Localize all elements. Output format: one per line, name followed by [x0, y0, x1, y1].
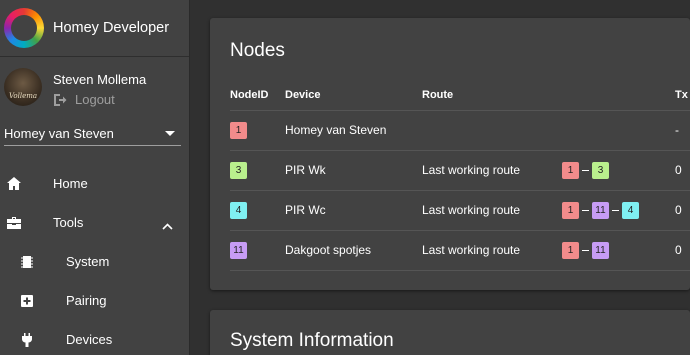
sidebar-item-devices[interactable]: Devices: [0, 320, 189, 355]
plus-box-icon: [20, 294, 34, 308]
homey-logo-icon: [4, 8, 44, 48]
table-row: 3 PIR Wk Last working route 1 3 0: [230, 150, 690, 191]
route-path-cell: 13: [562, 150, 675, 191]
route-hop-badge: 11: [592, 201, 609, 219]
node-id-badge: 1: [230, 121, 247, 139]
route-hop-connector: [582, 209, 589, 211]
system-information-title: System Information: [230, 330, 394, 351]
logout-icon: [54, 93, 67, 106]
chevron-up-icon: [162, 217, 173, 235]
table-row: 1 Homey van Steven -: [230, 110, 690, 151]
route-hop-connector: [582, 249, 589, 251]
homey-select-value: Homey van Steven: [4, 126, 114, 141]
route-path-cell: 1 11: [562, 230, 675, 271]
chip-icon: [20, 255, 34, 269]
tx-cell: -: [675, 110, 690, 151]
sidebar-item-label: System: [66, 254, 110, 269]
route-cell: Last working route: [422, 230, 562, 271]
table-header-row: NodeID Device Route Tx: [230, 80, 690, 111]
column-header-device: Device: [285, 80, 422, 111]
sidebar-item-tools[interactable]: Tools: [0, 203, 189, 242]
avatar-logo-text: Vollema: [8, 92, 38, 100]
tx-cell: 0: [675, 150, 690, 191]
node-id-badge: 3: [230, 161, 247, 179]
node-id-cell: 3: [230, 150, 285, 191]
toolbox-icon: [7, 216, 21, 230]
app-title: Homey Developer: [53, 20, 170, 36]
column-header-nodeid: NodeID: [230, 80, 285, 111]
sidebar-item-home[interactable]: Home: [0, 164, 189, 203]
homey-select[interactable]: Homey van Steven: [4, 122, 181, 146]
logout-label: Logout: [75, 92, 115, 107]
sidebar: Homey Developer Vollema Steven Mollema L…: [0, 0, 190, 355]
device-cell: PIR Wk: [285, 150, 422, 191]
route-path-cell: [562, 110, 675, 151]
sidebar-item-label: Tools: [53, 215, 84, 230]
device-cell: Homey van Steven: [285, 110, 422, 151]
nodes-title: Nodes: [230, 40, 285, 61]
node-id-cell: 1: [230, 110, 285, 151]
route-cell: Last working route: [422, 190, 562, 231]
device-cell: PIR Wc: [285, 190, 422, 231]
tx-cell: 0: [675, 190, 690, 231]
route-hop-badge: 11: [592, 241, 609, 259]
nodes-table: NodeID Device Route Tx 1 Homey van Steven…: [230, 80, 690, 271]
node-id-cell: 4: [230, 190, 285, 231]
plug-icon: [20, 332, 34, 347]
sidebar-item-label: Devices: [66, 332, 113, 347]
system-information-card: System Information: [210, 310, 690, 355]
nodes-card: Nodes NodeID Device Route Tx 1 Homey van …: [210, 18, 690, 290]
sidebar-nav: Home Tools System Pairing Devices: [0, 164, 189, 355]
route-hop-badge: 3: [592, 161, 609, 179]
route-hop-badge: 1: [562, 241, 579, 259]
sidebar-item-pairing[interactable]: Pairing: [0, 281, 189, 320]
brand-header: Homey Developer: [0, 0, 189, 57]
column-header-route: Route: [422, 80, 562, 111]
table-row: 11 Dakgoot spotjes Last working route 1 11 0: [230, 230, 690, 271]
user-panel: Vollema Steven Mollema Logout: [4, 68, 184, 112]
sidebar-item-label: Home: [53, 176, 88, 191]
route-hop-badge: 1: [562, 161, 579, 179]
route-cell: [422, 110, 562, 151]
logout-button[interactable]: Logout: [53, 92, 115, 107]
route-cell: Last working route: [422, 150, 562, 191]
avatar: Vollema: [4, 68, 42, 106]
node-id-badge: 11: [230, 241, 247, 259]
device-cell: Dakgoot spotjes: [285, 230, 422, 271]
route-path-cell: 1 11 4: [562, 190, 675, 231]
node-id-badge: 4: [230, 201, 247, 219]
route-hop-connector: [612, 209, 619, 211]
column-header-tx: Tx: [675, 80, 690, 111]
tx-cell: 0: [675, 230, 690, 271]
sidebar-item-label: Pairing: [66, 293, 107, 308]
column-header-path: [562, 80, 675, 111]
route-hop-badge: 1: [562, 201, 579, 219]
sidebar-item-system[interactable]: System: [0, 242, 189, 281]
table-row: 4 PIR Wc Last working route 1 11 4 0: [230, 190, 690, 231]
route-hop-connector: [582, 169, 589, 171]
dropdown-caret-icon: [165, 131, 175, 136]
route-hop-badge: 4: [622, 201, 639, 219]
node-id-cell: 11: [230, 230, 285, 271]
user-name: Steven Mollema: [53, 72, 147, 87]
home-icon: [7, 177, 21, 191]
